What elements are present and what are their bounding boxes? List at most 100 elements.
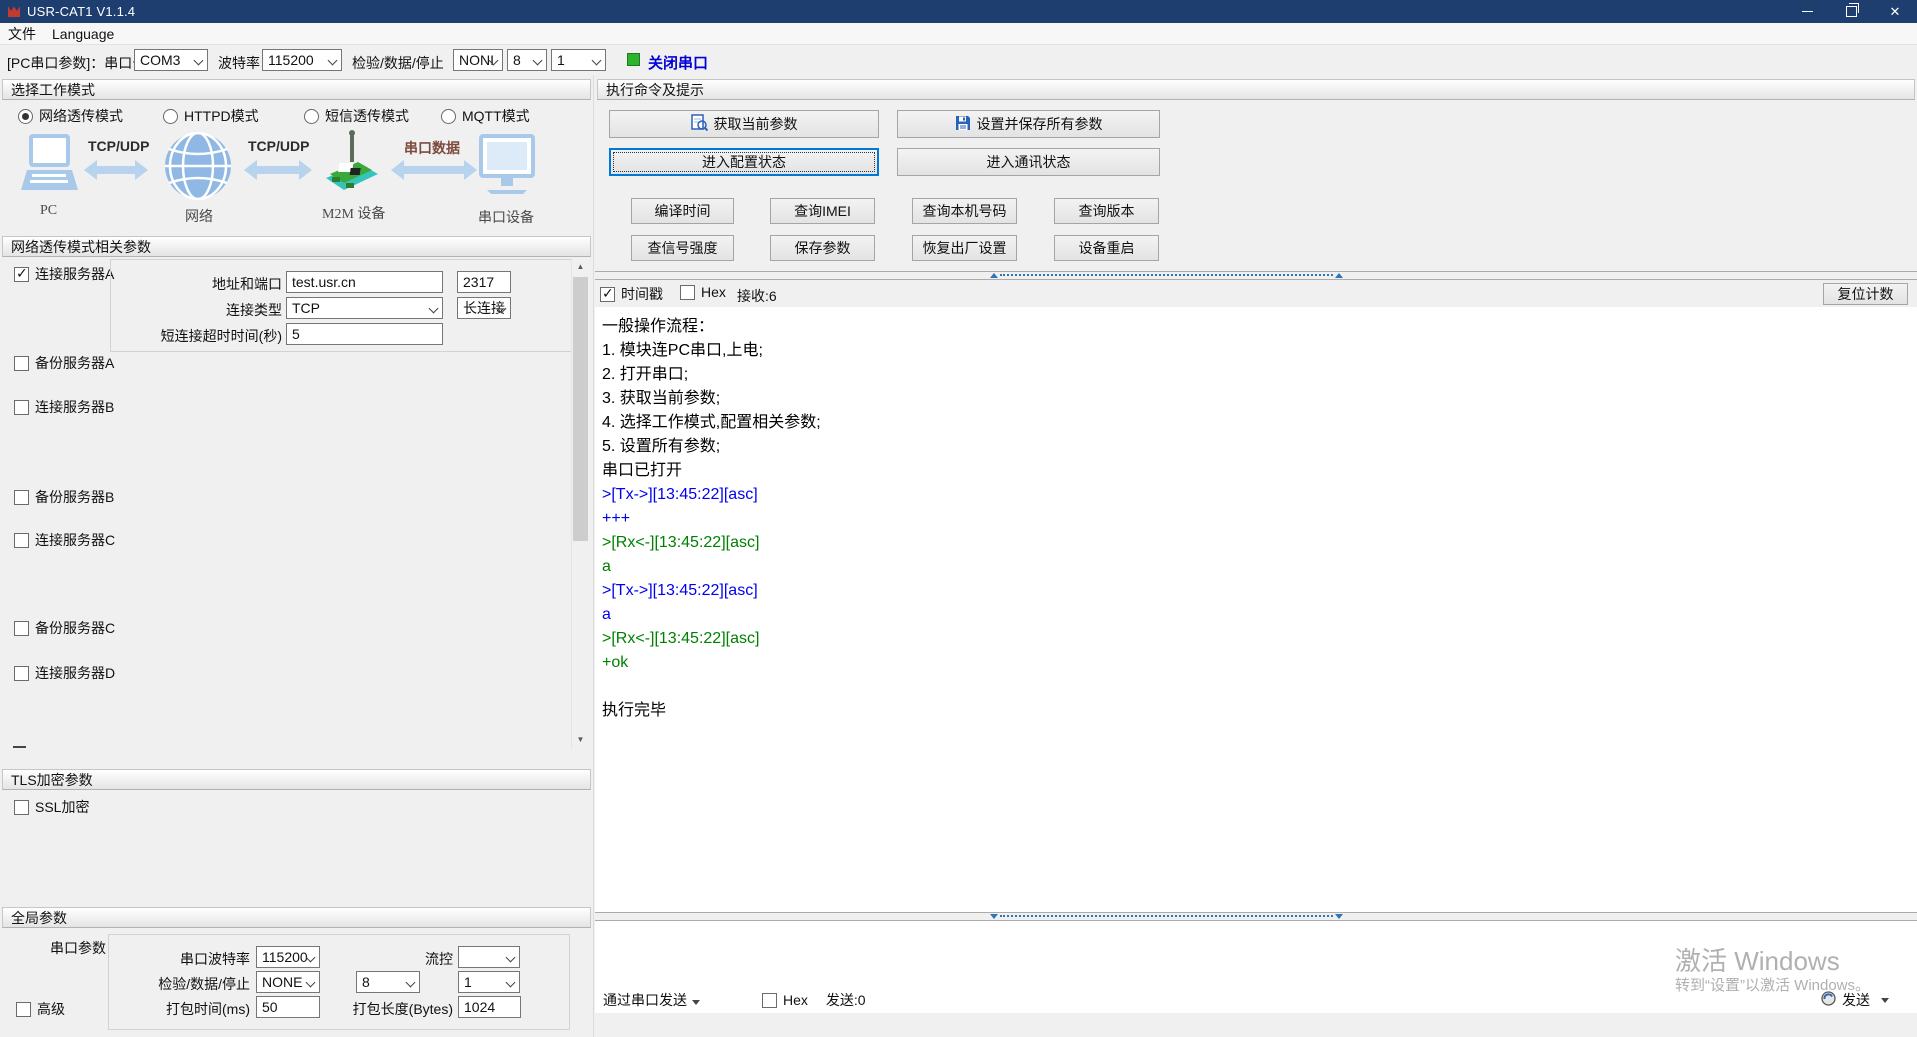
query-imei-button[interactable]: 查询IMEI	[770, 198, 875, 224]
server-checkbox-4[interactable]: 连接服务器C	[14, 530, 115, 550]
server-checkbox-2[interactable]: 连接服务器B	[14, 397, 114, 417]
log-line: a	[602, 555, 1917, 579]
get-params-button[interactable]: 获取当前参数	[609, 110, 879, 138]
log-line: 4. 选择工作模式,配置相关参数;	[602, 411, 1917, 435]
section-work-mode: 选择工作模式	[2, 79, 591, 100]
mode-radio-net[interactable]: 网络透传模式	[18, 106, 123, 126]
splitter-handle[interactable]	[1000, 274, 1333, 280]
left-scrollbar[interactable]: ▲ ▼	[571, 258, 589, 748]
close-serial-button[interactable]: 关闭串口	[648, 52, 708, 73]
log-splitter-bottom[interactable]	[595, 912, 1917, 921]
server-checkbox-0[interactable]: 连接服务器A	[14, 264, 114, 284]
compile-time-button[interactable]: 编译时间	[631, 198, 734, 224]
stopbits-select[interactable]: 1	[551, 49, 606, 71]
hex-display-checkbox[interactable]: Hex	[680, 284, 726, 300]
log-area[interactable]: 一般操作流程：1. 模块连PC串口,上电;2. 打开串口;3. 获取当前参数;4…	[595, 307, 1917, 912]
query-number-button[interactable]: 查询本机号码	[912, 198, 1017, 224]
link2-label: TCP/UDP	[248, 138, 309, 154]
port-input[interactable]: 2317	[457, 271, 511, 293]
scroll-down-icon[interactable]: ▼	[572, 731, 589, 748]
gparity-label: 检验/数据/停止	[130, 974, 250, 994]
section-global: 全局参数	[2, 907, 591, 928]
log-line: 执行完毕	[602, 699, 1917, 723]
chevron-down-icon	[1881, 998, 1889, 1003]
packlen-input[interactable]: 1024	[458, 996, 521, 1018]
packtime-input[interactable]: 50	[256, 996, 320, 1018]
mode-radio-sms[interactable]: 短信透传模式	[304, 106, 409, 126]
query-signal-button[interactable]: 查信号强度	[631, 235, 734, 261]
radio-icon	[304, 109, 319, 124]
checkbox-icon	[762, 993, 777, 1008]
send-via-dropdown[interactable]: 通过串口发送	[603, 990, 700, 1010]
packlen-label: 打包长度(Bytes)	[333, 999, 453, 1019]
parity-select[interactable]: NONI	[453, 49, 503, 71]
maximize-button[interactable]	[1829, 0, 1873, 23]
gstopbits-select[interactable]: 1	[458, 971, 520, 993]
minimize-button[interactable]	[1785, 0, 1829, 23]
server-checkbox-1[interactable]: 备份服务器A	[14, 353, 114, 373]
checkbox-icon	[14, 800, 29, 815]
set-save-params-button[interactable]: 设置并保存所有参数	[897, 110, 1160, 138]
gdatabits-select[interactable]: 8	[356, 971, 420, 993]
scroll-up-icon[interactable]: ▲	[572, 258, 589, 275]
flow-select[interactable]	[458, 946, 520, 968]
conn-type-select[interactable]: TCP	[286, 297, 443, 319]
enter-comm-button[interactable]: 进入通讯状态	[897, 148, 1160, 176]
conn-mode-select[interactable]: 长连接	[457, 297, 511, 319]
server-checkbox-3[interactable]: 备份服务器B	[14, 487, 114, 507]
checkbox-icon	[600, 287, 615, 302]
section-tls: TLS加密参数	[2, 769, 591, 790]
enter-config-button[interactable]: 进入配置状态	[609, 148, 879, 176]
arrow-icon	[244, 158, 312, 185]
window-title: USR-CAT1 V1.1.4	[27, 4, 135, 19]
gbaud-label: 串口波特率	[130, 949, 250, 969]
log-line: >[Rx<-][13:45:22][asc]	[602, 627, 1917, 651]
server-checkbox-5[interactable]: 备份服务器C	[14, 618, 115, 638]
timestamp-checkbox[interactable]: 时间戳	[600, 284, 663, 304]
mode-radio-httpd[interactable]: HTTPD模式	[163, 106, 259, 126]
log-line	[602, 675, 1917, 699]
triangle-icon	[1335, 914, 1343, 919]
log-line: 串口已打开	[602, 459, 1917, 483]
windows-activate-watermark: 激活 Windows	[1675, 941, 1840, 978]
menu-bar: 文件 Language	[0, 23, 1917, 44]
query-version-button[interactable]: 查询版本	[1054, 198, 1159, 224]
radio-icon	[441, 109, 456, 124]
serial-group-label: 串口参数	[50, 938, 106, 958]
ssl-checkbox[interactable]: SSL加密	[14, 797, 89, 817]
log-splitter-top[interactable]	[595, 271, 1917, 280]
device-restart-button[interactable]: 设备重启	[1054, 235, 1159, 261]
panel-divider	[593, 75, 594, 1037]
timeout-input[interactable]: 5	[286, 323, 443, 345]
section-commands: 执行命令及提示	[597, 79, 1915, 100]
mode-radio-mqtt[interactable]: MQTT模式	[441, 106, 530, 126]
advanced-checkbox[interactable]: 高级	[16, 999, 65, 1019]
checkbox-icon	[14, 621, 29, 636]
close-button[interactable]: ✕	[1873, 0, 1917, 23]
checkbox-icon	[16, 1002, 31, 1017]
floppy-save-icon	[955, 115, 971, 134]
triangle-icon	[1335, 273, 1343, 278]
section-net-params: 网络透传模式相关参数	[2, 236, 591, 257]
gbaud-select[interactable]: 115200	[256, 946, 320, 968]
scrollbar-thumb[interactable]	[573, 277, 588, 541]
log-line: a	[602, 603, 1917, 627]
arrow-icon	[84, 158, 148, 185]
radio-icon	[18, 109, 33, 124]
reset-counter-button[interactable]: 复位计数	[1823, 283, 1908, 305]
databits-select[interactable]: 8	[507, 49, 547, 71]
menu-file[interactable]: 文件	[0, 23, 44, 44]
port-open-indicator	[627, 53, 640, 66]
factory-reset-button[interactable]: 恢复出厂设置	[912, 235, 1017, 261]
com-port-select[interactable]: COM3	[134, 49, 208, 71]
baud-select[interactable]: 115200	[262, 49, 342, 71]
log-line: >[Tx->][13:45:22][asc]	[602, 579, 1917, 603]
server-checkbox-6[interactable]: 连接服务器D	[14, 663, 115, 683]
conn-type-label: 连接类型	[132, 300, 282, 320]
menu-language[interactable]: Language	[44, 23, 122, 44]
save-params-button[interactable]: 保存参数	[770, 235, 875, 261]
hex-send-checkbox[interactable]: Hex	[762, 992, 808, 1008]
gparity-select[interactable]: NONE	[256, 971, 320, 993]
log-line: 3. 获取当前参数;	[602, 387, 1917, 411]
address-input[interactable]: test.usr.cn	[286, 271, 443, 293]
